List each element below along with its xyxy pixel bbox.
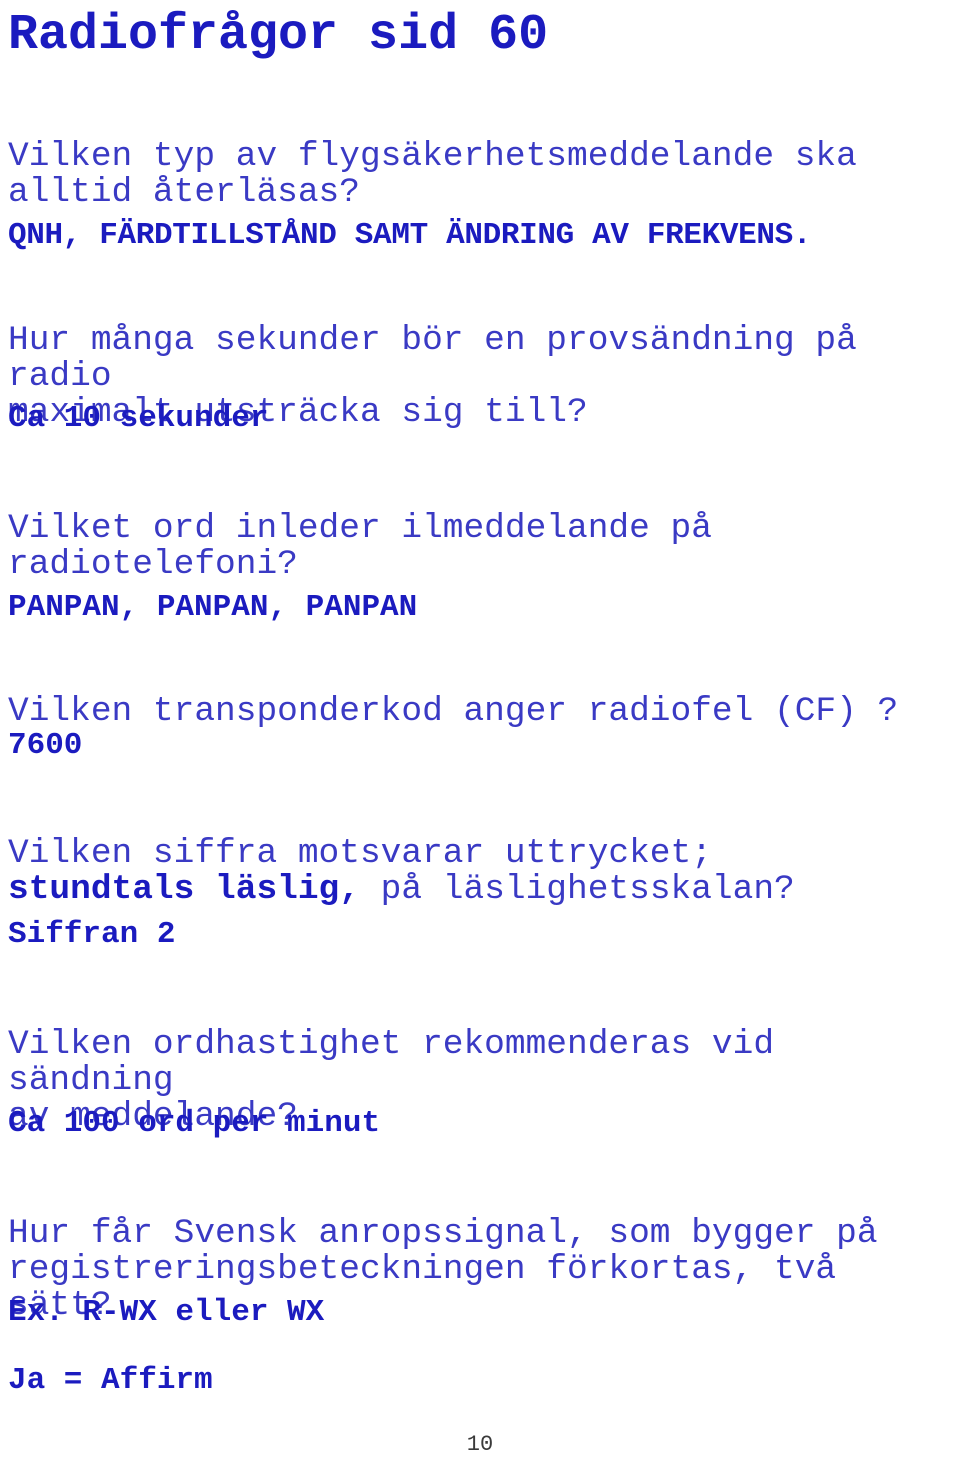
question-text-3: Vilket ord inleder ilmeddelande på radiot… — [8, 511, 712, 583]
question-text-1: Vilken typ av flygsäkerhetsmeddelande sk… — [8, 139, 857, 211]
question-text-4: Vilken transponderkod anger radiofel (CF… — [8, 694, 898, 730]
answer-text-7: Ex. R-WX eller WX — [8, 1295, 325, 1330]
question-line-1: Vilken ordhastighet rekommenderas vid sä… — [8, 1025, 795, 1100]
answer-text-8: Ja = Affirm — [8, 1363, 213, 1398]
question-line-2: radiotelefoni? — [8, 545, 298, 584]
question-line-1: Vilken siffra motsvarar uttrycket; — [8, 834, 712, 873]
qa-block-2: Hur många sekunder bör en provsändning p… — [8, 287, 960, 467]
document-page: Radiofrågor sid 60 Vilken typ av flygsäk… — [0, 0, 960, 1478]
question-line-1: Vilken typ av flygsäkerhetsmeddelande sk… — [8, 137, 857, 176]
question-line-1: Hur får Svensk anropssignal, som bygger … — [8, 1214, 878, 1253]
question-text-5: Vilken siffra motsvarar uttrycket; stundt… — [8, 836, 795, 908]
answer-text-6: Ca 100 ord per minut — [8, 1106, 381, 1141]
question-line-1: Vilket ord inleder ilmeddelande på — [8, 509, 712, 548]
page-number: 10 — [466, 1432, 494, 1457]
page-title: Radiofrågor sid 60 — [8, 7, 549, 64]
answer-text-1: QNH, FÄRDTILLSTÅND SAMT ÄNDRING AV FREKV… — [8, 218, 812, 253]
question-line-1: Vilken transponderkod anger radiofel (CF… — [8, 692, 899, 731]
question-emphasis: stundtals läslig, — [8, 870, 360, 909]
question-line-2: alltid återläsas? — [8, 173, 360, 212]
qa-block-4: Vilken transponderkod anger radiofel (CF… — [8, 658, 898, 766]
answer-text-4: 7600 — [8, 728, 83, 763]
qa-block-6: Vilken ordhastighet rekommenderas vid sä… — [8, 991, 960, 1171]
answer-text-5: Siffran 2 — [8, 917, 176, 952]
question-line-1: Hur många sekunder bör en provsändning p… — [8, 321, 878, 396]
qa-block-7: Hur får Svensk anropssignal, som bygger … — [8, 1180, 960, 1360]
answer-text-2: Ca 10 sekunder — [8, 401, 269, 436]
answer-text-3: PANPAN, PANPAN, PANPAN — [8, 590, 418, 625]
question-line-2: på läslighetsskalan? — [359, 870, 795, 909]
